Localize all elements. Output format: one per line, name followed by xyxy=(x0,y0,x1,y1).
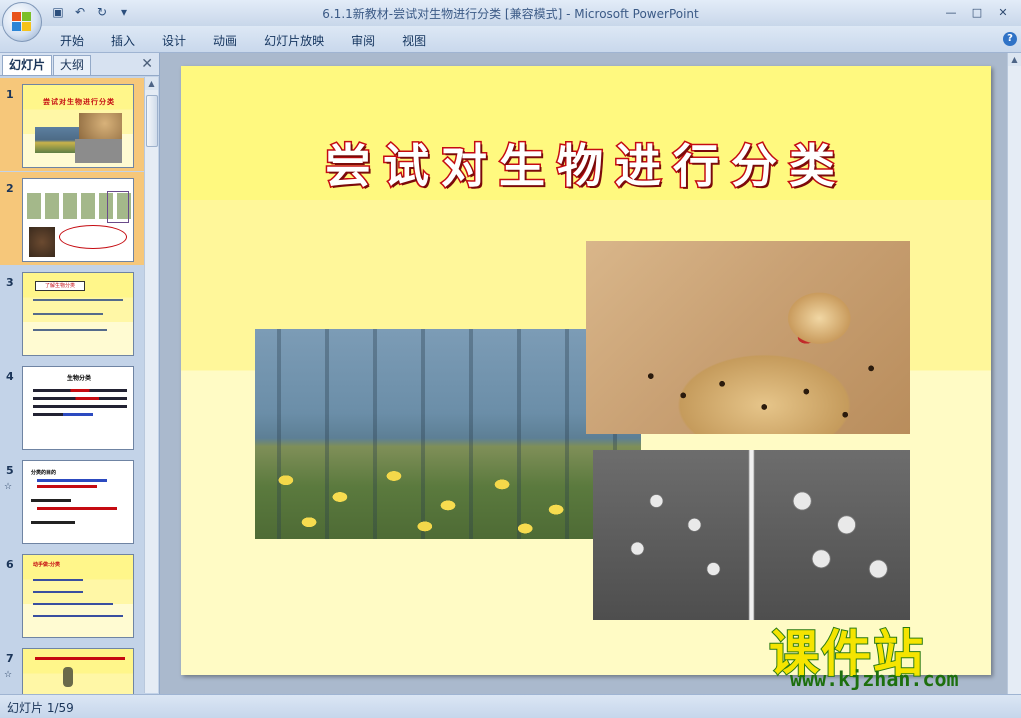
close-icon[interactable]: ✕ xyxy=(141,56,153,72)
close-icon[interactable]: ✕ xyxy=(991,3,1015,21)
slide-title[interactable]: 尝试对生物进行分类 xyxy=(181,130,991,196)
slide-thumbnail-row[interactable]: 6 动手做:分类 xyxy=(0,548,144,641)
slide-thumbnail[interactable] xyxy=(22,178,134,262)
thumbnail-title: 动手做:分类 xyxy=(33,562,61,568)
thumbnail-frame xyxy=(107,191,129,223)
slide-thumbnail[interactable]: 动手做:分类 xyxy=(22,554,134,638)
tab-slides[interactable]: 幻灯片 xyxy=(2,55,53,75)
slide-thumbnail-row[interactable]: 2 xyxy=(0,172,144,265)
tab-outline[interactable]: 大纲 xyxy=(53,55,92,75)
office-logo-icon xyxy=(12,12,32,32)
forest-daffodils-photo[interactable] xyxy=(255,329,641,539)
slides-pane: 幻灯片 大纲 ✕ 1 尝试对生物进行分类 2 3 了解生物分类 4 生物分类 5… xyxy=(0,53,160,694)
slide-thumbnail-list: 1 尝试对生物进行分类 2 3 了解生物分类 4 生物分类 5 ☆ 分类的目的 … xyxy=(0,76,144,694)
watermark-url: www.kjzhan.com xyxy=(790,667,959,691)
thumbnail-image xyxy=(29,227,55,257)
tab-home[interactable]: 开始 xyxy=(50,32,101,49)
slide-thumbnail-row[interactable]: 1 尝试对生物进行分类 xyxy=(0,78,144,171)
slide-thumbnail[interactable] xyxy=(22,648,134,694)
status-bar: 幻灯片 1/59 xyxy=(0,694,1021,718)
ribbon: 开始 插入 设计 动画 幻灯片放映 审阅 视图 ? xyxy=(0,26,1021,53)
slide-number: 6 xyxy=(6,558,14,571)
slide-number: 3 xyxy=(6,276,14,289)
slide-canvas: 尝试对生物进行分类 xyxy=(160,53,1008,694)
thumbnail-image xyxy=(75,139,122,163)
scroll-thumb[interactable] xyxy=(146,95,158,147)
cheetah-photo[interactable] xyxy=(586,241,910,434)
office-button[interactable] xyxy=(2,2,42,42)
slide-thumbnail-row[interactable]: 5 ☆ 分类的目的 xyxy=(0,454,144,547)
thumbnail-title: 尝试对生物进行分类 xyxy=(43,98,115,106)
thumbnail-title: 了解生物分类 xyxy=(35,281,85,291)
slide-number: 4 xyxy=(6,370,14,383)
maximize-icon[interactable]: □ xyxy=(965,3,989,21)
animation-icon: ☆ xyxy=(4,670,13,680)
thumbnail-title: 分类的目的 xyxy=(31,470,57,476)
slide-thumbnail[interactable]: 了解生物分类 xyxy=(22,272,134,356)
slide-scrollbar[interactable]: ▲ xyxy=(1007,53,1021,694)
tab-design[interactable]: 设计 xyxy=(152,32,203,49)
slide-number: 1 xyxy=(6,88,14,101)
thumbnail-bubble xyxy=(59,225,127,249)
title-bar: ▣ ↶ ↻ ▾ 6.1.1新教材-尝试对生物进行分类 [兼容模式] - Micr… xyxy=(0,0,1021,42)
tab-review[interactable]: 审阅 xyxy=(341,32,392,49)
tab-slideshow[interactable]: 幻灯片放映 xyxy=(254,32,341,49)
slide-number: 7 xyxy=(6,652,14,665)
slide-thumbnail[interactable]: 分类的目的 xyxy=(22,460,134,544)
slide-thumbnail-row[interactable]: 4 生物分类 xyxy=(0,360,144,453)
slide-thumbnail[interactable]: 生物分类 xyxy=(22,366,134,450)
help-icon[interactable]: ? xyxy=(1003,32,1017,46)
slide-number: 5 xyxy=(6,464,14,477)
slide-thumbnail-row[interactable]: 7 ☆ xyxy=(0,642,144,694)
slide-counter: 幻灯片 1/59 xyxy=(7,701,74,715)
slides-pane-scrollbar[interactable]: ▲ xyxy=(144,77,158,693)
thumbnail-image xyxy=(79,113,122,139)
tab-animation[interactable]: 动画 xyxy=(203,32,254,49)
microbe-micrograph-photo[interactable] xyxy=(593,450,910,620)
minimize-icon[interactable]: — xyxy=(939,3,963,21)
scroll-up-icon[interactable]: ▲ xyxy=(145,77,158,90)
tab-insert[interactable]: 插入 xyxy=(101,32,152,49)
slide[interactable]: 尝试对生物进行分类 xyxy=(181,66,991,675)
slide-thumbnail-row[interactable]: 3 了解生物分类 xyxy=(0,266,144,359)
thumbnail-title: 生物分类 xyxy=(66,375,91,382)
scroll-up-icon[interactable]: ▲ xyxy=(1008,53,1021,66)
slide-thumbnail[interactable]: 尝试对生物进行分类 xyxy=(22,84,134,168)
slide-number: 2 xyxy=(6,182,14,195)
animation-icon: ☆ xyxy=(4,482,13,492)
tab-view[interactable]: 视图 xyxy=(392,32,443,49)
window-title: 6.1.1新教材-尝试对生物进行分类 [兼容模式] - Microsoft Po… xyxy=(322,7,699,21)
